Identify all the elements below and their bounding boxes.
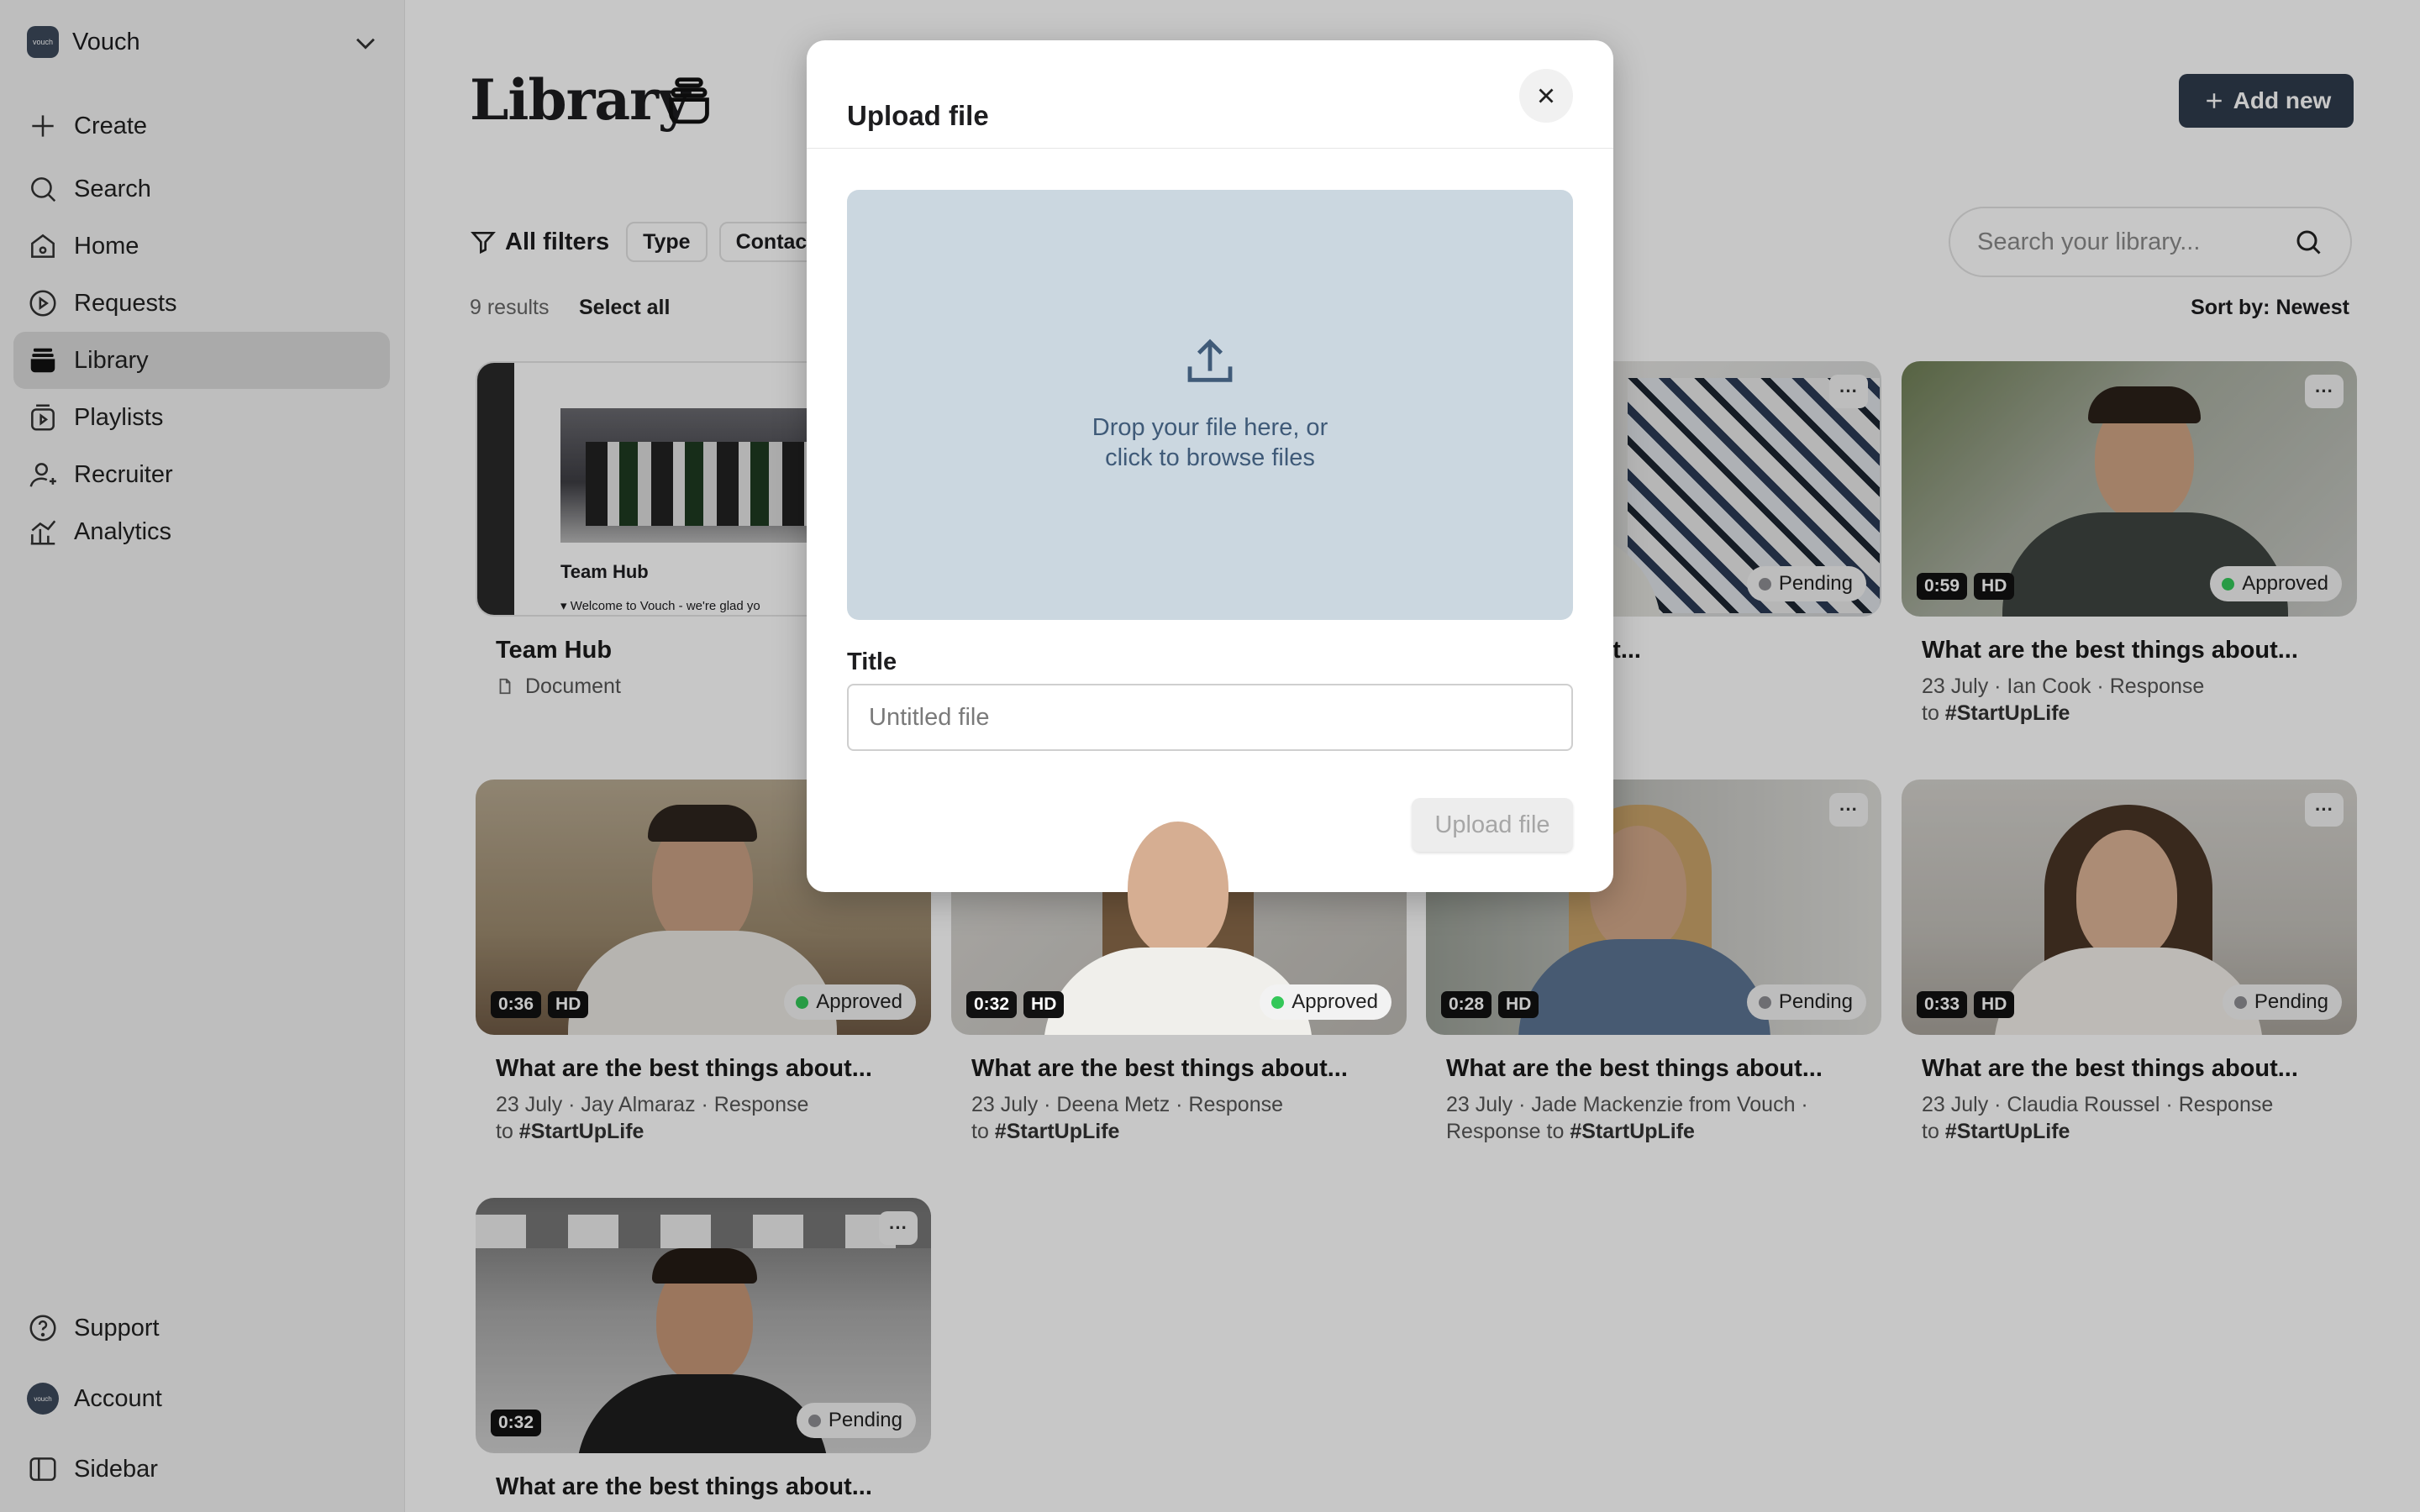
upload-file-modal: Upload file Drop your file here, or clic… [807, 40, 1613, 892]
upload-file-button[interactable]: Upload file [1412, 798, 1573, 852]
duration-tags: 0:32 HD [966, 991, 1065, 1018]
modal-title: Upload file [847, 100, 989, 131]
file-drop-zone[interactable]: Drop your file here, or click to browse … [847, 190, 1573, 620]
hd-badge: HD [1023, 991, 1065, 1018]
drop-zone-text: Drop your file here, or click to browse … [1092, 414, 1328, 471]
modal-divider [807, 148, 1613, 149]
duration-label: 0:32 [966, 991, 1018, 1018]
close-icon [1539, 88, 1554, 103]
title-input[interactable] [847, 684, 1573, 751]
upload-icon [1187, 339, 1233, 382]
status-badge: Approved [1260, 984, 1392, 1020]
title-field-label: Title [847, 648, 897, 675]
close-button[interactable] [1519, 69, 1573, 123]
